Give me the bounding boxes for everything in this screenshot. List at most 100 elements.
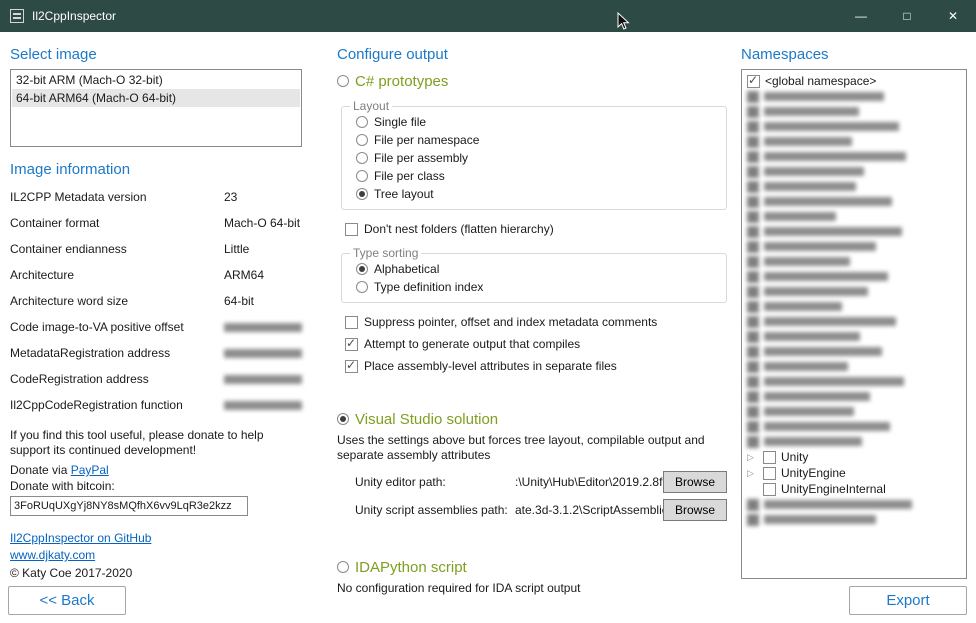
redacted-label xyxy=(764,137,852,146)
maximize-button[interactable]: □ xyxy=(884,0,930,32)
layout-option[interactable]: File per namespace xyxy=(356,131,718,149)
configure-panel: Configure output C# prototypes Layout Si… xyxy=(337,32,733,596)
back-button[interactable]: << Back xyxy=(8,586,126,615)
namespace-item-redacted xyxy=(745,389,963,404)
namespace-label: UnityEngine xyxy=(781,466,846,480)
namespace-item-redacted xyxy=(745,359,963,374)
select-image-heading: Select image xyxy=(10,46,302,63)
paypal-link[interactable]: PayPal xyxy=(71,463,109,477)
visual-studio-radio[interactable]: Visual Studio solution xyxy=(337,407,733,431)
github-link[interactable]: Il2CppInspector on GitHub xyxy=(10,530,151,546)
redacted-checkbox xyxy=(747,421,759,433)
layout-groupbox: Layout Single fileFile per namespaceFile… xyxy=(341,99,727,210)
redacted-label xyxy=(764,212,836,221)
layout-option[interactable]: File per assembly xyxy=(356,149,718,167)
app-window: Il2CppInspector — □ ✕ Select image 32-bi… xyxy=(0,0,976,623)
export-button[interactable]: Export xyxy=(849,586,967,615)
image-option[interactable]: 64-bit ARM64 (Mach-O 64-bit) xyxy=(12,89,300,107)
expander-icon[interactable] xyxy=(747,449,758,465)
flatten-checkbox[interactable]: Don't nest folders (flatten hierarchy) xyxy=(345,220,733,238)
namespace-label: UnityEngineInternal xyxy=(781,482,886,496)
type-sorting-option[interactable]: Type definition index xyxy=(356,278,718,296)
info-row: MetadataRegistration address xyxy=(10,340,302,366)
redacted-label xyxy=(764,167,864,176)
info-label: Architecture word size xyxy=(10,294,224,308)
idapython-radio[interactable]: IDAPython script xyxy=(337,555,733,579)
redacted-checkbox xyxy=(747,499,759,511)
redacted-checkbox xyxy=(747,514,759,526)
bitcoin-address-input[interactable] xyxy=(10,496,248,516)
radio-label: Visual Studio solution xyxy=(355,411,498,428)
image-option[interactable]: 32-bit ARM (Mach-O 32-bit) xyxy=(12,71,300,89)
type-sorting-option[interactable]: Alphabetical xyxy=(356,260,718,278)
redacted-checkbox xyxy=(747,211,759,223)
copyright: © Katy Coe 2017-2020 xyxy=(10,565,302,581)
output-checkbox[interactable]: Suppress pointer, offset and index metad… xyxy=(345,313,733,331)
csharp-prototypes-radio[interactable]: C# prototypes xyxy=(337,69,733,93)
layout-options: Single file File per namespaceFile per as… xyxy=(350,113,718,203)
donate-paypal-line: Donate via PayPal xyxy=(10,462,302,478)
redacted-checkbox xyxy=(747,361,759,373)
redacted-label xyxy=(764,227,902,236)
info-value: Mach-O 64-bit xyxy=(224,216,300,230)
csharp-checkboxes: Suppress pointer, offset and index metad… xyxy=(341,313,733,375)
radio-icon xyxy=(337,413,349,425)
output-checkbox[interactable]: Attempt to generate output that compiles xyxy=(345,335,733,353)
redacted-label xyxy=(764,392,870,401)
radio-label: Tree layout xyxy=(374,187,434,201)
expander-icon[interactable] xyxy=(747,465,758,481)
checkbox-icon[interactable] xyxy=(763,467,776,480)
checkbox-icon xyxy=(345,360,358,373)
info-value: 64-bit xyxy=(224,294,254,308)
redacted-checkbox xyxy=(747,91,759,103)
app-icon xyxy=(10,9,24,23)
layout-option[interactable]: Tree layout xyxy=(356,185,718,203)
redacted-label xyxy=(764,317,896,326)
redacted-label xyxy=(764,182,856,191)
window-controls: — □ ✕ xyxy=(838,0,976,32)
namespaces-heading: Namespaces xyxy=(741,46,967,63)
namespace-label: <global namespace> xyxy=(765,74,876,88)
namespace-item[interactable]: UnityEngine xyxy=(745,465,963,481)
namespace-item-redacted xyxy=(745,149,963,164)
namespaces-panel: Namespaces <global namespace> Unity UnityE… xyxy=(741,32,967,623)
select-image-list[interactable]: 32-bit ARM (Mach-O 32-bit)64-bit ARM64 (… xyxy=(10,69,302,147)
radio-icon xyxy=(356,116,368,128)
namespace-item[interactable]: <global namespace> xyxy=(745,73,963,89)
namespace-label: Unity xyxy=(781,450,808,464)
type-sorting-groupbox: Type sorting AlphabeticalType definition… xyxy=(341,246,727,303)
radio-label: File per class xyxy=(374,169,445,183)
browse-button[interactable]: Browse xyxy=(663,499,727,521)
field-label: Unity editor path: xyxy=(355,475,515,489)
namespace-item-redacted xyxy=(745,512,963,527)
redacted-checkbox xyxy=(747,226,759,238)
info-label: MetadataRegistration address xyxy=(10,346,224,360)
radio-label: Alphabetical xyxy=(374,262,439,276)
checkbox-icon[interactable] xyxy=(763,451,776,464)
checkbox-icon[interactable] xyxy=(763,483,776,496)
namespace-item[interactable]: Unity xyxy=(745,449,963,465)
namespace-item[interactable]: UnityEngineInternal xyxy=(745,481,963,497)
titlebar[interactable]: Il2CppInspector — □ ✕ xyxy=(0,0,976,32)
checkbox-icon[interactable] xyxy=(747,75,760,88)
redacted-label xyxy=(764,107,859,116)
close-button[interactable]: ✕ xyxy=(930,0,976,32)
redacted-value xyxy=(224,323,302,332)
radio-label: Single file xyxy=(374,115,426,129)
namespace-item-redacted xyxy=(745,404,963,419)
redacted-label xyxy=(764,287,868,296)
redacted-checkbox xyxy=(747,151,759,163)
layout-option[interactable]: File per class xyxy=(356,167,718,185)
minimize-button[interactable]: — xyxy=(838,0,884,32)
namespace-item-redacted xyxy=(745,344,963,359)
layout-option[interactable]: Single file xyxy=(356,113,718,131)
output-checkbox[interactable]: Place assembly-level attributes in separ… xyxy=(345,357,733,375)
info-row: CodeRegistration address xyxy=(10,366,302,392)
website-link[interactable]: www.djkaty.com xyxy=(10,547,95,563)
redacted-checkbox xyxy=(747,136,759,148)
browse-button[interactable]: Browse xyxy=(663,471,727,493)
info-row: Code image-to-VA positive offset xyxy=(10,314,302,340)
ida-description: No configuration required for IDA script… xyxy=(337,581,729,596)
namespace-list[interactable]: <global namespace> Unity UnityEngine UnityE… xyxy=(741,69,967,579)
redacted-checkbox xyxy=(747,406,759,418)
